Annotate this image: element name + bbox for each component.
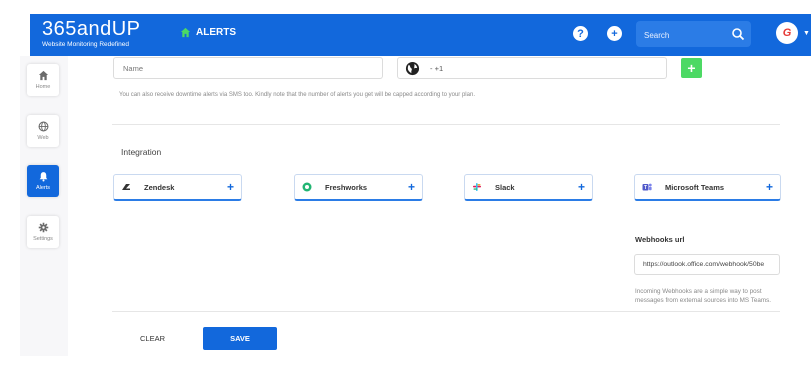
gear-icon [38, 222, 48, 233]
sidebar-item-label: Settings [33, 236, 53, 242]
sidebar-item-label: Alerts [35, 185, 51, 191]
add-phone-button[interactable]: + [681, 58, 702, 78]
sidebar-item-settings[interactable]: Settings [27, 216, 59, 248]
help-icon[interactable]: ? [573, 26, 588, 41]
nav-alerts-label: ALERTS [196, 27, 236, 38]
bell-icon [39, 172, 47, 182]
search-icon[interactable] [731, 27, 745, 41]
home-icon [38, 70, 48, 81]
integration-zendesk[interactable]: Zendesk + [113, 174, 242, 201]
country-code: - +1 [430, 64, 444, 73]
integration-freshworks[interactable]: Freshworks + [294, 174, 423, 201]
integration-label: Zendesk [144, 182, 175, 192]
globe-icon [38, 121, 48, 132]
integration-label: Slack [495, 182, 515, 192]
phone-field[interactable]: - +1 [397, 57, 667, 79]
zendesk-icon [122, 184, 130, 190]
integration-label: Microsoft Teams [665, 182, 725, 192]
home-icon [180, 27, 191, 38]
top-navbar: 365andUP Website Monitoring Redefined AL… [30, 14, 811, 56]
nav-alerts-link[interactable]: ALERTS [180, 27, 236, 38]
slack-icon [473, 183, 481, 191]
search-input[interactable]: Search [636, 21, 751, 47]
brand-logo[interactable]: 365andUP Website Monitoring Redefined [42, 18, 141, 48]
sms-note: You can also receive downtime alerts via… [119, 92, 475, 98]
clear-button[interactable]: CLEAR [140, 334, 165, 343]
logo-tagline: Website Monitoring Redefined [42, 41, 129, 48]
sidebar-item-label: Home [35, 84, 51, 90]
freshworks-icon [302, 182, 312, 192]
sidebar: Home Web Alerts Settings [20, 56, 68, 356]
integration-microsoft-teams[interactable]: T Microsoft Teams + [634, 174, 781, 201]
name-field[interactable]: Name [113, 57, 383, 79]
add-icon[interactable]: + [607, 26, 622, 41]
teams-icon: T [642, 183, 652, 191]
save-button[interactable]: SAVE [203, 327, 277, 350]
divider [112, 124, 780, 125]
logo-text: 365andUP [42, 18, 141, 40]
add-icon[interactable]: + [578, 180, 585, 194]
add-icon[interactable]: + [227, 180, 234, 194]
sidebar-item-home[interactable]: Home [27, 64, 59, 96]
svg-text:T: T [644, 185, 647, 191]
sidebar-item-alerts[interactable]: Alerts [27, 165, 59, 197]
sidebar-item-label: Web [37, 135, 49, 141]
sidebar-item-web[interactable]: Web [27, 115, 59, 147]
name-placeholder: Name [123, 64, 144, 73]
integration-label: Freshworks [325, 182, 368, 192]
divider [112, 311, 780, 312]
search-placeholder: Search [644, 31, 670, 40]
add-icon[interactable]: + [408, 180, 415, 194]
integration-slack[interactable]: Slack + [464, 174, 593, 201]
chevron-down-icon[interactable]: ▼ [803, 30, 810, 37]
webhooks-url-value: https://outlook.office.com/webhook/50be [643, 261, 765, 268]
avatar[interactable]: G [776, 22, 798, 44]
webhooks-label: Webhooks url [635, 235, 685, 244]
integration-title: Integration [121, 147, 162, 157]
add-icon[interactable]: + [766, 180, 773, 194]
webhooks-note: Incoming Webhooks are a simple way to po… [635, 288, 772, 304]
webhooks-url-input[interactable]: https://outlook.office.com/webhook/50be [634, 254, 780, 275]
globe-icon[interactable] [405, 61, 420, 76]
